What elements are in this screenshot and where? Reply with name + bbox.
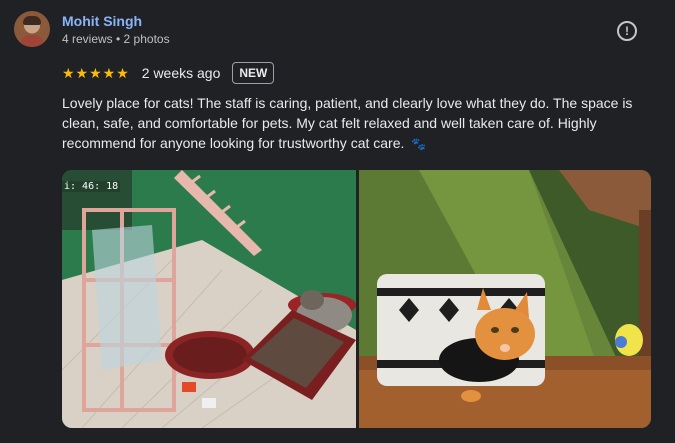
- avatar-shirt: [20, 35, 44, 47]
- review-text: Lovely place for cats! The staff is cari…: [62, 95, 633, 151]
- report-icon[interactable]: !: [617, 21, 637, 41]
- new-badge: NEW: [232, 62, 275, 84]
- review-date: 2 weeks ago: [141, 65, 221, 81]
- review-photo-2[interactable]: [359, 170, 651, 428]
- photo-timestamp: i: 46: 18: [62, 181, 121, 192]
- rating-row: ★★★★★ 2 weeks ago NEW: [62, 62, 275, 84]
- paw-emoji: 🐾: [411, 137, 427, 151]
- cat-room-cctv-image: [62, 170, 356, 428]
- reviewer-name[interactable]: Mohit Singh: [62, 13, 142, 29]
- review-text-block: Lovely place for cats! The staff is cari…: [62, 93, 662, 154]
- reviewer-meta: 4 reviews • 2 photos: [62, 32, 170, 46]
- avatar-hair: [23, 16, 41, 25]
- avatar[interactable]: [14, 11, 50, 47]
- star-rating: ★★★★★: [62, 64, 130, 81]
- orange-cat-in-pouf-image: [359, 170, 651, 428]
- review-photo-1[interactable]: i: 46: 18: [62, 170, 356, 428]
